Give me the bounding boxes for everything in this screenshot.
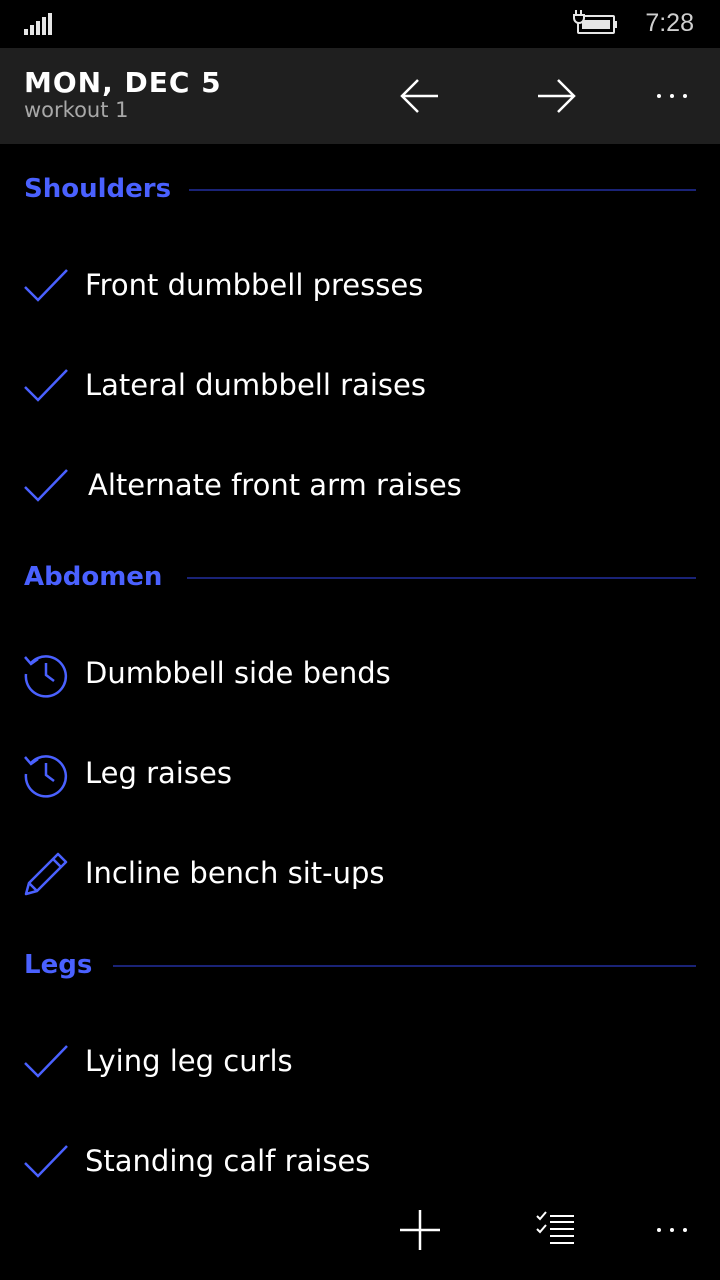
exercise-label: Lying leg curls (85, 1044, 293, 1078)
section-header-legs: Legs (24, 940, 696, 992)
checkmark-icon (22, 1138, 70, 1186)
exercise-label: Dumbbell side bends (85, 656, 391, 690)
section-title: Shoulders (24, 174, 172, 204)
section-divider (189, 189, 696, 191)
exercise-label: Standing calf raises (85, 1144, 371, 1178)
section-title: Legs (24, 950, 93, 980)
section-divider (187, 577, 696, 579)
exercise-label: Lateral dumbbell raises (85, 368, 426, 402)
more-dots-icon (657, 94, 687, 98)
exercise-item[interactable]: Lying leg curls (0, 1012, 720, 1112)
exercise-item[interactable]: Lateral dumbbell raises (0, 336, 720, 436)
page-title: MON, DEC 5 (24, 66, 222, 99)
battery-charging-icon (573, 10, 617, 34)
history-icon (22, 650, 70, 698)
exercise-item[interactable]: Front dumbbell presses (0, 236, 720, 336)
section-title: Abdomen (24, 562, 163, 592)
checkmark-icon (22, 362, 70, 410)
status-bar: 7:28 (0, 0, 720, 48)
page-subtitle: workout 1 (24, 98, 129, 122)
checklist-icon (536, 1211, 574, 1244)
exercise-item[interactable]: Alternate front arm raises (0, 436, 720, 536)
pencil-icon (22, 850, 70, 898)
checkmark-icon (22, 1038, 70, 1086)
section-divider (113, 965, 696, 967)
checkmark-icon (22, 462, 70, 510)
exercise-item[interactable]: Incline bench sit-ups (0, 824, 720, 924)
exercise-list: Shoulders Front dumbbell presses Lateral… (0, 144, 720, 1180)
header-more-button[interactable] (644, 68, 700, 124)
exercise-item[interactable]: Dumbbell side bends (0, 624, 720, 724)
more-dots-icon (657, 1228, 687, 1232)
add-exercise-button[interactable] (392, 1202, 448, 1258)
plus-icon (400, 1210, 440, 1250)
exercise-label: Incline bench sit-ups (85, 856, 385, 890)
page-header: MON, DEC 5 workout 1 (0, 48, 720, 144)
app-bar (0, 1180, 720, 1280)
section-header-shoulders: Shoulders (24, 164, 696, 216)
next-day-button[interactable] (528, 68, 584, 124)
exercise-item[interactable]: Leg raises (0, 724, 720, 824)
select-button[interactable] (528, 1202, 584, 1258)
exercise-label: Leg raises (85, 756, 232, 790)
section-header-abdomen: Abdomen (24, 552, 696, 604)
appbar-more-button[interactable] (644, 1202, 700, 1258)
history-icon (22, 750, 70, 798)
checkmark-icon (22, 262, 70, 310)
exercise-label: Front dumbbell presses (85, 268, 424, 302)
arrow-left-icon (400, 79, 438, 113)
arrow-right-icon (538, 79, 576, 113)
exercise-label: Alternate front arm raises (88, 468, 462, 502)
clock: 7:28 (645, 9, 694, 37)
signal-bars-icon (24, 13, 52, 35)
previous-day-button[interactable] (392, 68, 448, 124)
